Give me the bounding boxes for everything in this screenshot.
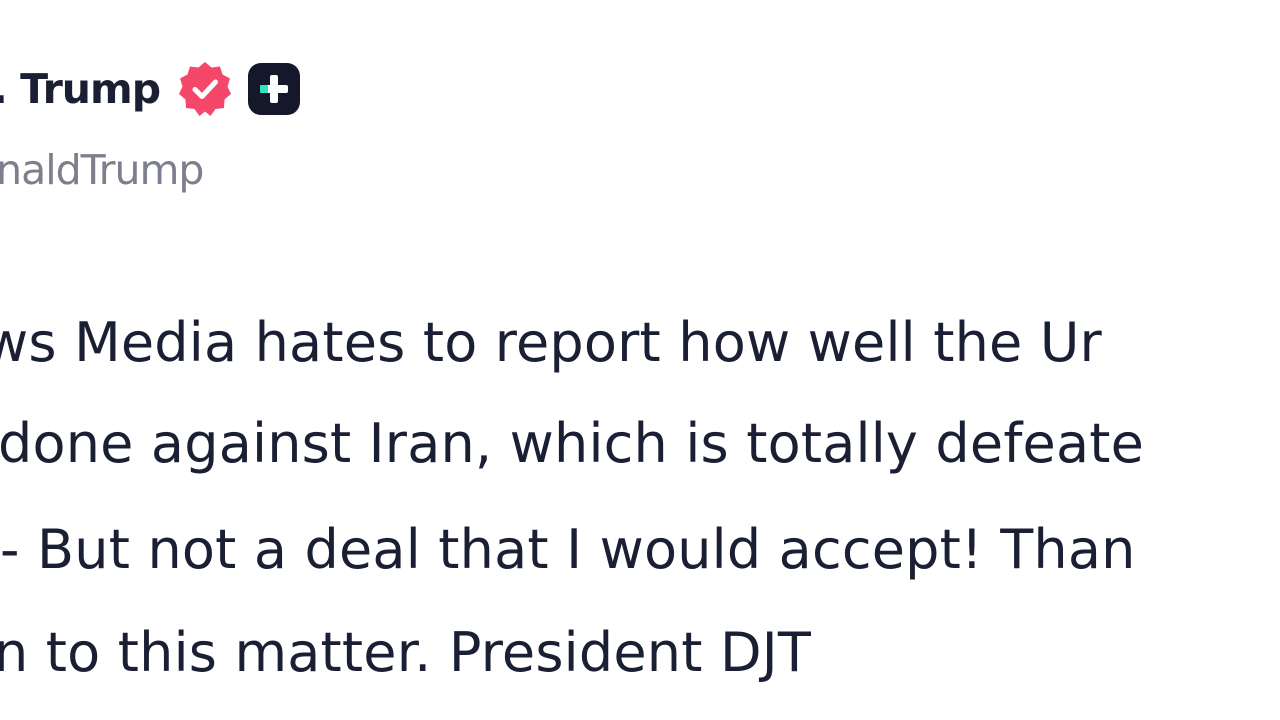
plus-badge-icon: [248, 63, 301, 115]
post-text-line-2: done against Iran, which is totally defe…: [0, 412, 1145, 475]
verified-badge-icon: [176, 60, 234, 118]
post-text-line-1: ws Media hates to report how well the Ur: [0, 311, 1102, 374]
post-text-line-3: - But not a deal that I would accept! Th…: [0, 518, 1136, 581]
post-card: J. Trump onaldTrump ws Media hates to re…: [0, 0, 1280, 720]
author-display-name[interactable]: J. Trump: [0, 56, 161, 122]
post-text-line-4: n to this matter. President DJT: [0, 621, 812, 684]
author-handle[interactable]: onaldTrump: [0, 140, 204, 200]
author-header: J. Trump: [0, 56, 301, 122]
